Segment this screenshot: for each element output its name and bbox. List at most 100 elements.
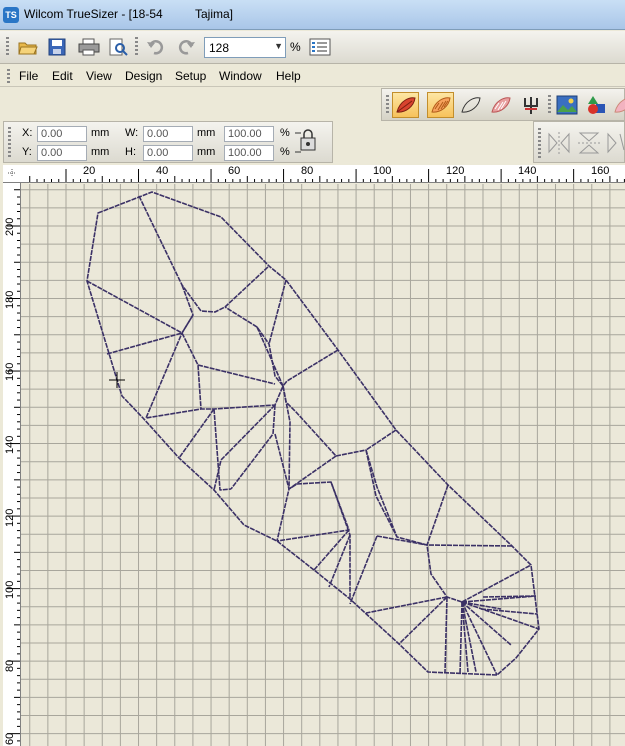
- leaf-outline-icon: [461, 97, 481, 113]
- ruler-corner[interactable]: [3, 165, 21, 183]
- design-tools-toolbar: [381, 88, 625, 121]
- window-title: Wilcom TrueSizer - [18-54: [24, 7, 163, 21]
- h-scale-field[interactable]: 100.00: [224, 145, 274, 161]
- save-button[interactable]: [43, 35, 69, 59]
- mirror-grip[interactable]: [538, 128, 541, 158]
- stitch-region: [106, 332, 183, 355]
- x-unit: mm: [91, 127, 110, 139]
- trident-button[interactable]: [517, 92, 544, 118]
- stitch-region: [276, 455, 337, 542]
- menu-file[interactable]: File: [19, 69, 38, 83]
- trident-icon: [524, 97, 538, 114]
- design-canvas[interactable]: [21, 184, 625, 746]
- ruler-v-label: 80: [4, 659, 16, 672]
- ruler-v-label: 60: [4, 732, 16, 745]
- stitch-region: [178, 408, 215, 459]
- picture-button[interactable]: [553, 92, 580, 118]
- embroidery-design[interactable]: [21, 184, 625, 746]
- menu-design[interactable]: Design: [125, 69, 162, 83]
- undo-icon: [147, 40, 164, 55]
- chevron-down-icon[interactable]: ▼: [274, 41, 283, 51]
- w-scale-unit: %: [280, 127, 290, 139]
- print-icon: [78, 38, 100, 56]
- shapes-button[interactable]: [583, 92, 610, 118]
- ruler-v-label: 160: [4, 362, 16, 381]
- title-bar: TS Wilcom TrueSizer - [18-54 Tajima]: [0, 0, 625, 30]
- y-field[interactable]: 0.00: [37, 145, 87, 161]
- stitch-region: [274, 433, 298, 490]
- crosshair-cursor-icon: [109, 372, 125, 388]
- tools-grip[interactable]: [386, 95, 389, 115]
- ruler-v-label: 180: [4, 290, 16, 309]
- object-properties-button[interactable]: [305, 35, 331, 59]
- leaf-filled-button[interactable]: [392, 92, 419, 118]
- mirror-toolbar: [533, 121, 625, 163]
- window-title-machine: Tajima]: [195, 7, 234, 21]
- h-label: H:: [125, 146, 136, 158]
- ruler-h-label: 160: [591, 165, 610, 177]
- tools-separator: [548, 95, 551, 115]
- ruler-v-label: 200: [4, 217, 16, 236]
- save-icon: [48, 38, 66, 56]
- object-property-bar: X: 0.00 mm Y: 0.00 mm W: 0.00 mm H: 0.00…: [3, 121, 333, 163]
- propbar-grip[interactable]: [8, 127, 11, 157]
- leaf-outline-button[interactable]: [457, 92, 484, 118]
- stitch-region: [459, 601, 463, 675]
- stitch-region: [213, 404, 276, 491]
- stitch-region: [480, 608, 538, 615]
- menu-setup[interactable]: Setup: [175, 69, 206, 83]
- w-unit: mm: [197, 127, 216, 139]
- zoom-value[interactable]: 128: [209, 41, 229, 55]
- open-button[interactable]: [14, 35, 40, 59]
- stitch-region: [282, 385, 291, 490]
- menu-bar: File Edit View Design Setup Window Help: [0, 65, 625, 87]
- x-field[interactable]: 0.00: [37, 126, 87, 142]
- menu-window[interactable]: Window: [219, 69, 262, 83]
- leaf-stitch-button[interactable]: [427, 92, 454, 118]
- menu-grip[interactable]: [7, 69, 10, 83]
- y-label: Y:: [22, 146, 32, 158]
- horizontal-ruler[interactable]: 20 40 60 80 100 120 140 160: [20, 165, 625, 183]
- ruler-h-label: 40: [156, 165, 169, 177]
- menu-help[interactable]: Help: [276, 69, 301, 83]
- leaf-pink-button[interactable]: [610, 92, 625, 118]
- stitch-region: [213, 408, 232, 491]
- stitch-region: [365, 596, 448, 614]
- leaf-pattern-button[interactable]: [487, 92, 514, 118]
- menu-edit[interactable]: Edit: [52, 69, 73, 83]
- leaf-pink-icon: [614, 98, 625, 113]
- toolbar-grip[interactable]: [6, 37, 9, 57]
- w-scale-field[interactable]: 100.00: [224, 126, 274, 142]
- undo-button[interactable]: [142, 35, 168, 59]
- redo-button[interactable]: [172, 35, 198, 59]
- rotate-icon[interactable]: [606, 130, 625, 156]
- ruler-h-label: 140: [518, 165, 537, 177]
- menu-view[interactable]: View: [86, 69, 112, 83]
- stitch-region: [482, 595, 537, 598]
- open-icon: [18, 42, 38, 55]
- h-field[interactable]: 0.00: [143, 145, 193, 161]
- zoom-unit: %: [290, 40, 301, 54]
- w-label: W:: [125, 127, 139, 139]
- print-preview-icon: [109, 38, 128, 56]
- stitch-region: [328, 534, 351, 588]
- stitch-region: [138, 195, 270, 313]
- stitch-region: [398, 596, 448, 645]
- zoom-combobox[interactable]: 128 ▼: [204, 37, 286, 58]
- w-field[interactable]: 0.00: [143, 126, 193, 142]
- mirror-vertical-icon[interactable]: [576, 130, 602, 156]
- leaf-stitch-icon: [431, 97, 451, 113]
- stitch-region: [365, 449, 463, 603]
- print-button[interactable]: [74, 35, 100, 59]
- proportional-lock-icon[interactable]: [293, 127, 319, 157]
- toolbar-separator: [135, 37, 138, 57]
- stitch-region: [86, 280, 194, 334]
- h-scale-unit: %: [280, 146, 290, 158]
- mirror-horizontal-icon[interactable]: [546, 130, 572, 156]
- vertical-ruler[interactable]: 200 180 160 140 120 100 80 60: [3, 183, 21, 746]
- stitch-region: [256, 326, 284, 387]
- object-properties-icon: [309, 38, 331, 56]
- print-preview-button[interactable]: [104, 35, 130, 59]
- stitch-region: [426, 484, 449, 546]
- ruler-h-label: 20: [83, 165, 96, 177]
